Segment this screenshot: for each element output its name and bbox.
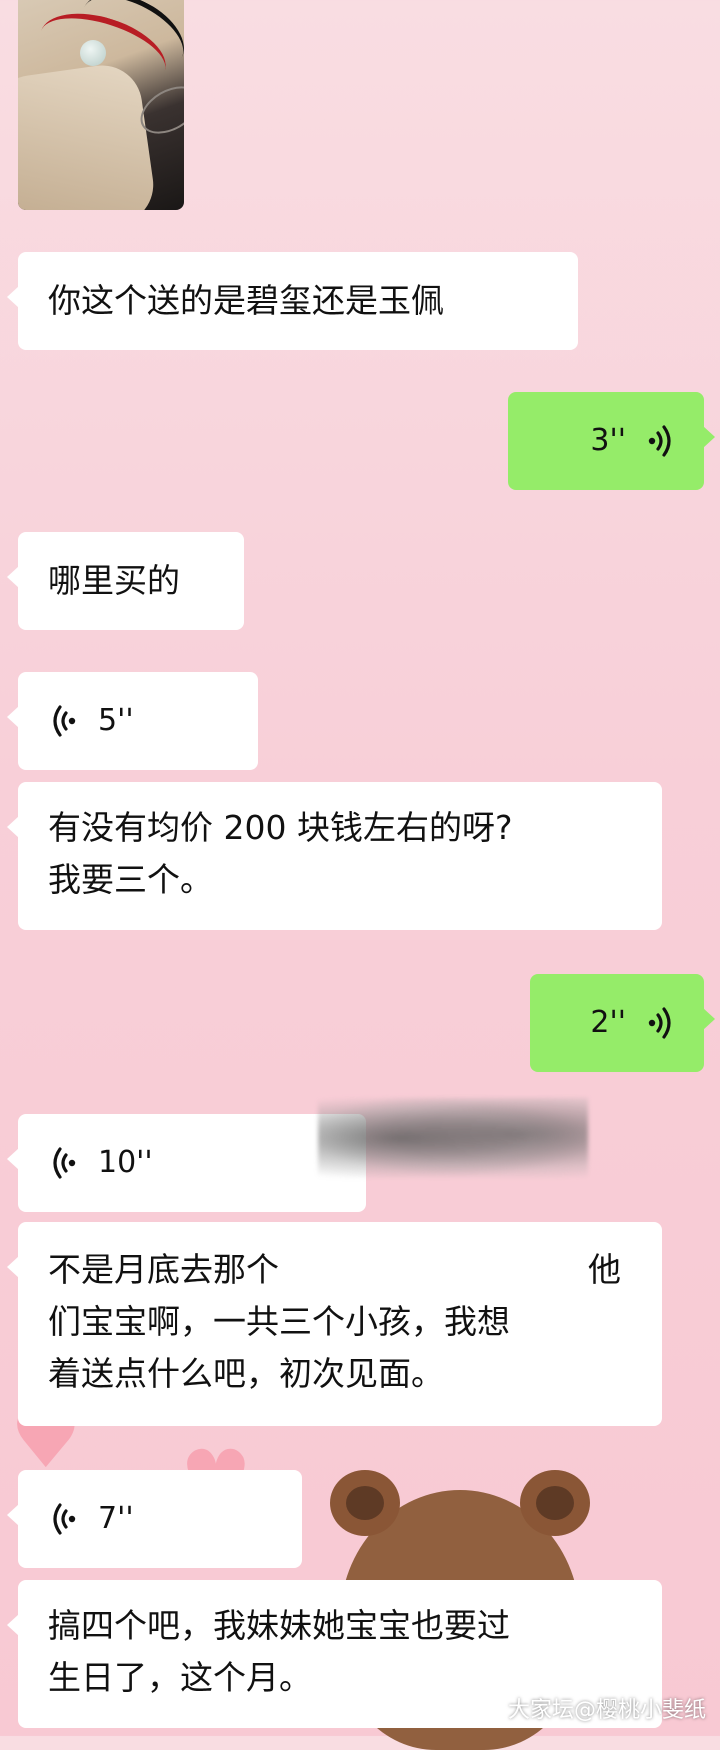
voice-wave-icon bbox=[48, 1501, 78, 1537]
voice-wave-icon bbox=[646, 1005, 676, 1041]
message-bubble-incoming[interactable]: 你这个送的是碧玺还是玉佩 bbox=[7, 252, 578, 350]
voice-duration: 2'' bbox=[590, 1005, 626, 1040]
message-text-segment: 不是月底去那个 bbox=[48, 1250, 279, 1289]
message-text-line: 们宝宝啊，一共三个小孩，我想 bbox=[48, 1302, 510, 1341]
photo-message[interactable] bbox=[18, 0, 184, 210]
voice-duration: 7'' bbox=[98, 1501, 134, 1536]
message-text: 哪里买的 bbox=[48, 561, 180, 600]
voice-duration: 3'' bbox=[590, 423, 626, 458]
message-text-line: 不是月底去那个 他 bbox=[48, 1244, 632, 1296]
voice-wave-icon bbox=[48, 1145, 78, 1181]
message-bubble-incoming[interactable]: 不是月底去那个 他 们宝宝啊，一共三个小孩，我想 着送点什么吧，初次见面。 bbox=[7, 1222, 662, 1426]
message-text-line: 搞四个吧，我妹妹她宝宝也要过 bbox=[48, 1606, 510, 1645]
watermark: 大家坛@樱桃小斐纸 bbox=[507, 1698, 706, 1723]
message-text-line: 我要三个。 bbox=[48, 860, 213, 899]
voice-message-outgoing[interactable]: 3'' bbox=[508, 392, 715, 490]
voice-message-incoming[interactable]: 10'' bbox=[7, 1114, 366, 1212]
voice-duration: 5'' bbox=[98, 703, 134, 738]
message-text-segment: 他 bbox=[588, 1250, 621, 1289]
voice-wave-icon bbox=[646, 423, 676, 459]
photo-jade-bead bbox=[80, 40, 106, 66]
message-bubble-incoming[interactable]: 哪里买的 bbox=[7, 532, 244, 630]
message-bubble-incoming[interactable]: 有没有均价 200 块钱左右的呀? 我要三个。 bbox=[7, 782, 662, 930]
message-text: 你这个送的是碧玺还是玉佩 bbox=[48, 281, 444, 320]
message-text-line: 有没有均价 200 块钱左右的呀? bbox=[48, 808, 513, 847]
voice-message-incoming[interactable]: 5'' bbox=[7, 672, 258, 770]
voice-message-outgoing[interactable]: 2'' bbox=[530, 974, 715, 1072]
redaction-smudge bbox=[318, 1098, 588, 1178]
voice-wave-icon bbox=[48, 703, 78, 739]
message-text-line: 着送点什么吧，初次见面。 bbox=[48, 1354, 444, 1393]
voice-message-incoming[interactable]: 7'' bbox=[7, 1470, 302, 1568]
voice-duration: 10'' bbox=[98, 1145, 153, 1180]
